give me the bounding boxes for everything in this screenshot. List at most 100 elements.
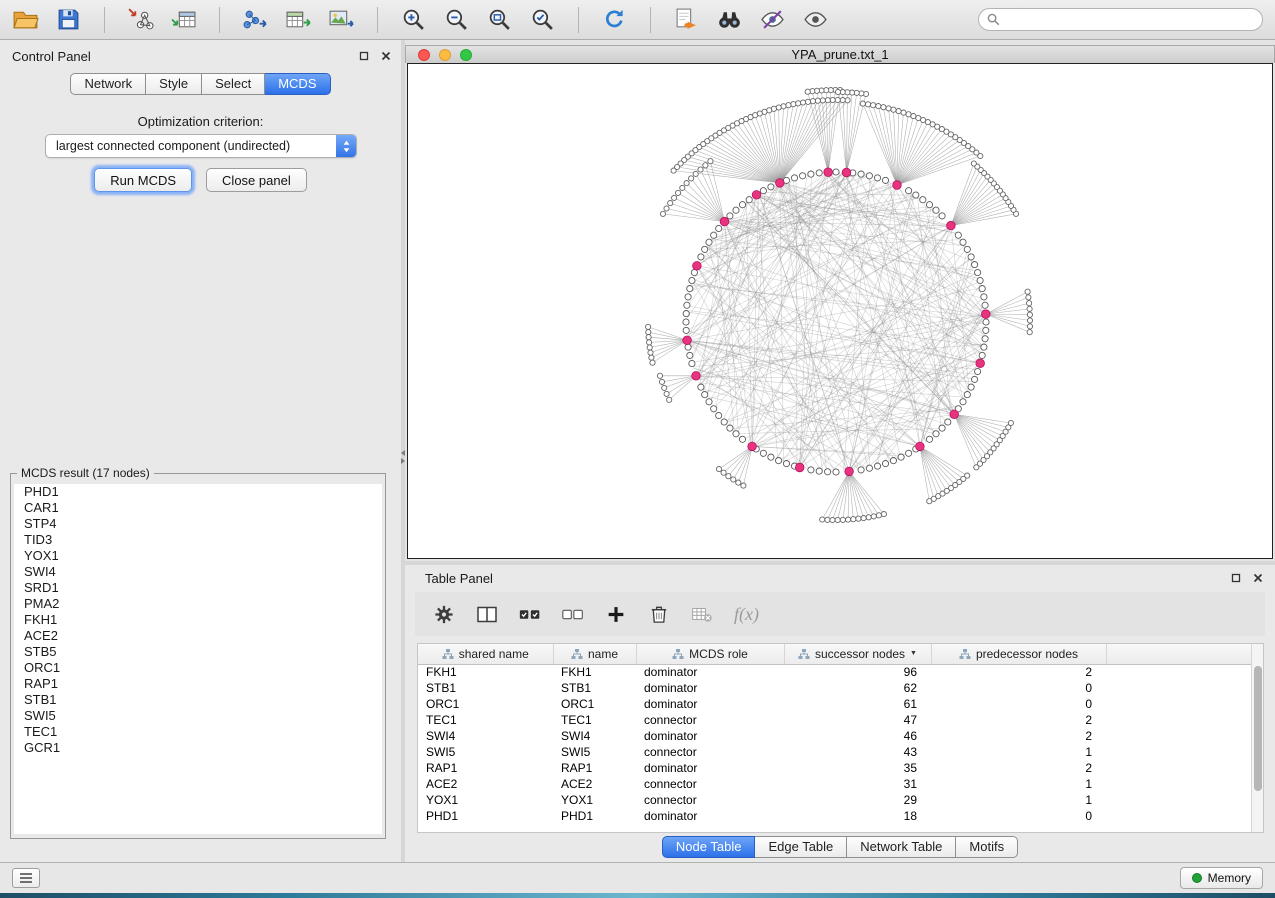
mcds-result-item[interactable]: SWI5 [14,708,382,724]
cell-successor-nodes: 18 [784,808,931,824]
memory-button[interactable]: Memory [1180,867,1263,889]
new-network-from-selection-button[interactable] [673,7,700,32]
mcds-buttons-row: Run MCDS Close panel [0,168,401,192]
tab-network[interactable]: Network [70,73,146,95]
column-header-shared-name[interactable]: shared name [418,644,553,664]
column-header-successor-nodes[interactable]: successor nodes▼ [784,644,931,664]
close-table-panel-icon[interactable] [1251,571,1265,585]
table-row[interactable]: ORC1ORC1dominator610 [418,696,1251,712]
search-network-button[interactable] [716,7,743,32]
desktop-wallpaper-strip [0,893,1275,898]
mcds-result-item[interactable]: STP4 [14,516,382,532]
zoom-in-icon [400,7,427,32]
table-row[interactable]: FKH1FKH1dominator962 [418,664,1251,680]
tab-edge-table[interactable]: Edge Table [755,836,847,858]
table-row[interactable]: PHD1PHD1dominator180 [418,808,1251,824]
import-network-button[interactable] [127,7,154,32]
table-panel-title: Table Panel [425,571,493,586]
scrollbar-thumb[interactable] [1254,666,1262,791]
export-table-button[interactable] [285,7,312,32]
mcds-result-item[interactable]: PHD1 [14,484,382,500]
mcds-result-item[interactable]: CAR1 [14,500,382,516]
mcds-result-list[interactable]: PHD1CAR1STP4TID3YOX1SWI4SRD1PMA2FKH1ACE2… [14,484,382,834]
tab-mcds[interactable]: MCDS [265,73,330,95]
column-header-predecessor-nodes[interactable]: predecessor nodes [931,644,1106,664]
export-network-button[interactable] [242,7,269,32]
mcds-result-item[interactable]: TEC1 [14,724,382,740]
mcds-result-item[interactable]: FKH1 [14,612,382,628]
refresh-view-button[interactable] [601,7,628,32]
select-all-button[interactable] [519,604,541,625]
cell-mcds-role: dominator [636,680,784,696]
table-column-icon [571,648,583,660]
table-row[interactable]: STB1STB1dominator620 [418,680,1251,696]
open-session-button[interactable] [12,7,39,32]
import-table-button[interactable] [170,7,197,32]
run-mcds-button[interactable]: Run MCDS [94,168,192,192]
mcds-result-item[interactable]: YOX1 [14,548,382,564]
column-header-name[interactable]: name [553,644,636,664]
mcds-result-item[interactable]: TID3 [14,532,382,548]
criterion-dropdown[interactable]: largest connected component (undirected) [45,134,357,158]
cell-mcds-role: dominator [636,728,784,744]
float-panel-icon[interactable] [357,49,371,63]
tab-node-table[interactable]: Node Table [662,836,756,858]
table-settings-button[interactable] [433,604,455,625]
zoom-out-button[interactable] [443,7,470,32]
mcds-result-item[interactable]: ORC1 [14,660,382,676]
network-graph[interactable] [408,64,1272,558]
zoom-selected-button[interactable] [529,7,556,32]
status-menu-button[interactable] [12,868,40,888]
save-session-button[interactable] [55,7,82,32]
cell-successor-nodes: 43 [784,744,931,760]
search-input[interactable] [1005,12,1254,28]
show-all-button[interactable] [802,7,829,32]
tab-network-table[interactable]: Network Table [847,836,956,858]
tab-motifs[interactable]: Motifs [956,836,1018,858]
table-scrollbar[interactable] [1251,644,1263,832]
table-row[interactable]: TEC1TEC1connector472 [418,712,1251,728]
cell-name: YOX1 [553,792,636,808]
zoom-fit-button[interactable] [486,7,513,32]
tab-select[interactable]: Select [202,73,265,95]
toolbar-icon-groups [12,7,829,33]
close-panel-icon[interactable] [379,49,393,63]
cell-successor-nodes: 31 [784,776,931,792]
mcds-result-item[interactable]: RAP1 [14,676,382,692]
float-table-panel-icon[interactable] [1229,571,1243,585]
memory-status-icon [1192,873,1202,883]
export-image-button[interactable] [328,7,355,32]
column-header-mcds-role[interactable]: MCDS role [636,644,784,664]
search-field[interactable] [978,8,1263,31]
mcds-result-item[interactable]: SWI4 [14,564,382,580]
network-canvas[interactable] [407,63,1273,559]
table-row[interactable]: YOX1YOX1connector291 [418,792,1251,808]
tab-style[interactable]: Style [146,73,202,95]
show-columns-button[interactable] [476,604,498,625]
mcds-result-item[interactable]: PMA2 [14,596,382,612]
mcds-result-item[interactable]: GCR1 [14,740,382,756]
table-row[interactable]: ACE2ACE2connector311 [418,776,1251,792]
zoom-in-button[interactable] [400,7,427,32]
delete-columns-button[interactable] [648,604,670,625]
toggle-graphics-details-button[interactable] [759,7,786,32]
create-column-button[interactable] [605,604,627,625]
table-row[interactable]: SWI4SWI4dominator462 [418,728,1251,744]
close-panel-button[interactable]: Close panel [206,168,307,192]
cell-predecessor-nodes: 0 [931,808,1106,824]
criterion-dropdown-value: largest connected component (undirected) [56,139,290,153]
column-header-label: predecessor nodes [976,647,1078,661]
cell-successor-nodes: 61 [784,696,931,712]
mcds-result-item[interactable]: ACE2 [14,628,382,644]
cell-shared-name: ACE2 [418,776,553,792]
cell-shared-name: STB1 [418,680,553,696]
table-column-icon [959,648,971,660]
deselect-all-button[interactable] [562,604,584,625]
mcds-result-item[interactable]: SRD1 [14,580,382,596]
control-panel-tabbar: NetworkStyleSelectMCDS [0,73,401,95]
mcds-result-item[interactable]: STB1 [14,692,382,708]
network-window-titlebar[interactable]: YPA_prune.txt_1 [405,45,1275,63]
mcds-result-item[interactable]: STB5 [14,644,382,660]
table-row[interactable]: RAP1RAP1dominator352 [418,760,1251,776]
table-row[interactable]: SWI5SWI5connector431 [418,744,1251,760]
